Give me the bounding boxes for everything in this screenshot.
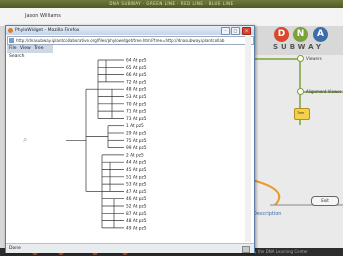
status-bar: Done <box>6 243 254 253</box>
subway-map-panel <box>250 55 343 250</box>
tree-leaf-label[interactable]: 1 At pz5 <box>126 123 144 129</box>
station-alignment-label: Alignment Viewer <box>306 89 342 94</box>
phylowidget-window: PhyloWidget - Mozilla Firefox – □ × http… <box>5 25 255 253</box>
tree-leaf-label[interactable]: 49 At pz5 <box>126 225 147 231</box>
top-navigation-strip: DNA SUBWAY · GREEN LINE · RED LINE · BLU… <box>0 0 343 8</box>
tree-leaf-label[interactable]: 46 At pz5 <box>126 196 147 202</box>
status-text: Done <box>9 246 21 251</box>
tree-leaf-label[interactable]: 52 At pz5 <box>126 204 147 210</box>
tree-leaf-label[interactable]: 29 At pz5 <box>126 131 147 137</box>
logo-word: SUBWAY <box>273 43 324 51</box>
user-bar: Jason Williams <box>0 8 343 26</box>
tree-leaf-label[interactable]: 53 At pz5 <box>126 182 147 188</box>
tree-leaf-label[interactable]: 51 At pz5 <box>126 174 147 180</box>
tree-leaf-label[interactable]: 99 At pz5 <box>126 145 147 151</box>
logo-letter-n: N <box>293 27 308 42</box>
logo-letter-a: A <box>313 27 328 42</box>
station-tree-button[interactable]: Tree <box>294 108 310 120</box>
user-name: Jason Williams <box>25 13 61 19</box>
tree-leaf-label[interactable]: 64 At pz5 <box>126 58 147 64</box>
description-label: Description <box>253 211 282 217</box>
tree-leaf-label[interactable]: 73 At pz5 <box>126 116 147 122</box>
tree-leaf-label[interactable]: 72 At pz5 <box>126 79 147 85</box>
tree-leaf-label[interactable]: 53 At pz5 <box>126 94 147 100</box>
station-viewers-label: Viewers <box>306 56 322 61</box>
tree-leaf-label[interactable]: 44 At pz5 <box>126 160 147 166</box>
tree-leaf-label[interactable]: 87 At pz5 <box>126 211 147 217</box>
tree-leaf-label[interactable]: 65 At pz5 <box>126 65 147 71</box>
logo-letter-d: D <box>274 27 289 42</box>
tree-leaf-label[interactable]: 75 At pz5 <box>126 138 147 144</box>
tree-leaf-label[interactable]: 48 At pz5 <box>126 218 147 224</box>
tree-leaf-label[interactable]: 70 At pz5 <box>126 101 147 107</box>
tree-leaf-label[interactable]: 2 At pz5 <box>126 152 144 158</box>
station-alignment-viewer[interactable] <box>297 88 304 95</box>
phylogenetic-tree: 64 At pz565 At pz566 At pz572 At pz5 48 A… <box>66 58 147 231</box>
tree-leaf-label[interactable]: 45 At pz5 <box>126 167 147 173</box>
tree-leaf-label[interactable]: 66 At pz5 <box>126 72 147 78</box>
station-tree-label: Tree <box>297 111 305 115</box>
status-icon <box>242 246 250 253</box>
station-viewers[interactable] <box>297 55 304 62</box>
exit-button[interactable]: Exit <box>311 196 339 206</box>
subway-track <box>251 58 343 206</box>
tree-leaf-label[interactable]: 47 At pz5 <box>126 189 147 195</box>
tree-leaf-label[interactable]: 71 At pz5 <box>126 109 147 115</box>
tree-leaf-label[interactable]: 48 At pz5 <box>126 87 147 93</box>
